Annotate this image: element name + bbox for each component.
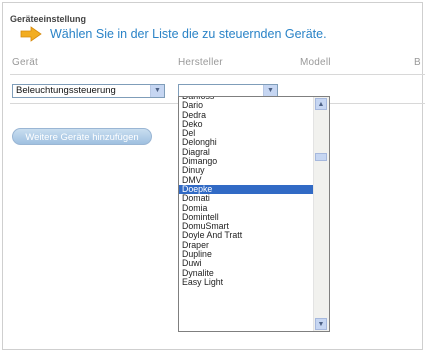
header-divider: [10, 74, 425, 75]
arrow-right-icon: [20, 26, 42, 42]
hint-text: Wählen Sie in der Liste die zu steuernde…: [50, 27, 327, 41]
manufacturer-dropdown-list[interactable]: Danfoss Dario Dedra Deko Del Delonghi Diagral D…: [178, 96, 330, 332]
list-item[interactable]: Deko: [179, 119, 315, 129]
column-header-geraet: Gerät: [12, 57, 39, 68]
chevron-down-icon[interactable]: ▼: [150, 85, 164, 97]
column-header-extra: B: [414, 57, 421, 68]
section-title: Geräteeinstellung: [10, 14, 87, 24]
column-header-modell: Modell: [300, 57, 331, 68]
scrollbar-thumb[interactable]: [315, 153, 327, 161]
geraet-select[interactable]: Beleuchtungssteuerung ▼: [12, 84, 165, 98]
manufacturer-list: Danfoss Dario Dedra Deko Del Delonghi Diagral D…: [179, 97, 315, 287]
list-item[interactable]: Easy Light: [179, 277, 315, 287]
add-devices-button[interactable]: Weitere Geräte hinzufügen: [12, 128, 152, 145]
hint-row: Wählen Sie in der Liste die zu steuernde…: [20, 24, 327, 44]
scroll-down-icon[interactable]: ▼: [315, 318, 327, 330]
column-header-hersteller: Hersteller: [178, 57, 223, 68]
geraet-select-value: Beleuchtungssteuerung: [16, 85, 116, 96]
scroll-up-icon[interactable]: ▲: [315, 98, 327, 110]
scrollbar[interactable]: ▲ ▼: [313, 97, 329, 331]
